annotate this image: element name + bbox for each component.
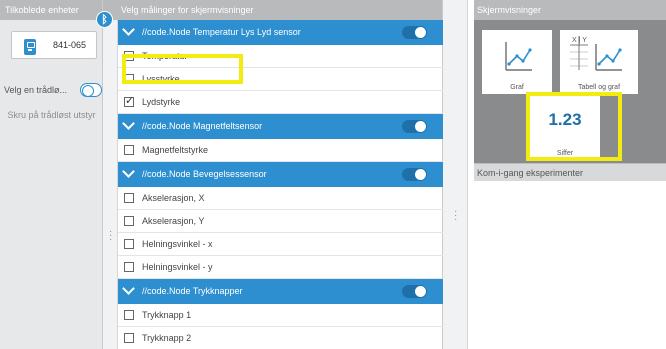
measurement-label: Akselerasjon, Y bbox=[142, 216, 205, 226]
sensor-header[interactable]: //code.Node Magnetfeltsensor bbox=[118, 114, 443, 139]
sensor-title: //code.Node Trykknapper bbox=[142, 286, 243, 296]
sensor-title: //code.Node Temperatur Lys Lyd sensor bbox=[142, 27, 301, 37]
wireless-toggle[interactable] bbox=[80, 83, 102, 97]
drag-handle-icon[interactable]: · · · bbox=[109, 227, 112, 245]
measurement-label: Trykknapp 1 bbox=[142, 310, 192, 320]
connected-devices-header: Tilkoblede enheter bbox=[0, 0, 102, 20]
sensor-header[interactable]: //code.Node Bevegelsessensor bbox=[118, 162, 443, 187]
device-card[interactable]: 841-065 bbox=[11, 31, 97, 59]
measurement-checkbox[interactable] bbox=[124, 333, 134, 343]
measurement-checkbox[interactable] bbox=[124, 94, 134, 107]
measurement-label: Trykknapp 2 bbox=[142, 333, 192, 343]
sensor-toggle[interactable] bbox=[402, 120, 427, 133]
chevron-down-icon[interactable] bbox=[122, 165, 135, 178]
connected-devices-panel: Tilkoblede enheter 841-065 Velg en trådl… bbox=[0, 0, 103, 349]
view-card-table-graph[interactable]: X | Y Tabell og graf bbox=[560, 30, 638, 94]
highlight-digits-view bbox=[526, 92, 622, 161]
sensor-toggle[interactable] bbox=[402, 168, 427, 181]
screen-views-header: Skjermvisninger bbox=[474, 0, 666, 20]
measurement-row[interactable]: Trykknapp 2 bbox=[118, 327, 443, 349]
sensor-title: //code.Node Magnetfeltsensor bbox=[142, 121, 263, 131]
measurement-checkbox[interactable] bbox=[124, 193, 134, 203]
sensor-header[interactable]: //code.Node Trykknapper bbox=[118, 279, 443, 304]
wireless-label: Velg en trådlø... bbox=[4, 85, 68, 95]
sensor-title: //code.Node Bevegelsessensor bbox=[142, 169, 267, 179]
measurement-checkbox[interactable] bbox=[124, 262, 134, 272]
measurement-checkbox[interactable] bbox=[124, 216, 134, 226]
measurement-label: Helningsvinkel - x bbox=[142, 239, 213, 249]
highlight-temperature bbox=[122, 54, 243, 84]
view-label: Tabell og graf bbox=[577, 84, 621, 91]
sensor-toggle[interactable] bbox=[402, 26, 427, 39]
chevron-down-icon[interactable] bbox=[122, 117, 135, 130]
measurement-checkbox[interactable] bbox=[124, 239, 134, 249]
measurement-row[interactable]: Lydstyrke bbox=[118, 91, 443, 114]
measurement-checkbox[interactable] bbox=[124, 145, 134, 155]
bluetooth-icon[interactable]: ᛒ bbox=[96, 11, 113, 28]
chevron-down-icon[interactable] bbox=[122, 23, 135, 36]
device-icon bbox=[24, 39, 36, 55]
screen-views-panel: Skjermvisninger Graf X | Y Tabell og gra… bbox=[474, 0, 666, 349]
getting-started-header: Kom-i-gang eksperimenter bbox=[474, 163, 666, 181]
measurement-row[interactable]: Magnetfeltstyrke bbox=[118, 139, 443, 162]
measurement-selection-panel: Velg målinger for skjermvisninger · · · //… bbox=[103, 0, 443, 349]
measurement-checkbox[interactable] bbox=[124, 310, 134, 320]
sensor-header[interactable]: //code.Node Temperatur Lys Lyd sensor bbox=[118, 20, 443, 45]
measurement-label: Magnetfeltstyrke bbox=[142, 145, 209, 155]
table-graph-icon: X | Y bbox=[570, 36, 622, 71]
measurement-row[interactable]: Akselerasjon, X bbox=[118, 187, 443, 210]
measurement-label: Lydstyrke bbox=[142, 97, 181, 107]
graph-icon bbox=[505, 42, 532, 71]
device-id: 841-065 bbox=[53, 40, 87, 50]
measurement-header: Velg målinger for skjermvisninger bbox=[103, 0, 442, 20]
chevron-down-icon[interactable] bbox=[122, 282, 135, 295]
measurement-row[interactable]: Trykknapp 1 bbox=[118, 304, 443, 327]
view-card-graph[interactable]: Graf bbox=[482, 30, 552, 94]
measurement-label: Akselerasjon, X bbox=[142, 193, 205, 203]
drag-handle-icon[interactable]: · · · bbox=[454, 207, 457, 225]
right-splitter[interactable]: · · · bbox=[443, 0, 468, 349]
measurement-label: Helningsvinkel - y bbox=[142, 262, 213, 272]
measurement-row[interactable]: Helningsvinkel - x bbox=[118, 233, 443, 256]
sensor-toggle[interactable] bbox=[402, 285, 427, 298]
measurement-row[interactable]: Helningsvinkel - y bbox=[118, 256, 443, 279]
view-label: Graf bbox=[510, 84, 524, 91]
left-splitter[interactable]: · · · bbox=[103, 20, 118, 349]
wireless-hint: Skru på trådløst utstyr bbox=[7, 110, 96, 120]
measurement-row[interactable]: Akselerasjon, Y bbox=[118, 210, 443, 233]
table-header-text: X | Y bbox=[572, 37, 587, 44]
wireless-selector[interactable]: Velg en trådlø... bbox=[4, 83, 102, 97]
